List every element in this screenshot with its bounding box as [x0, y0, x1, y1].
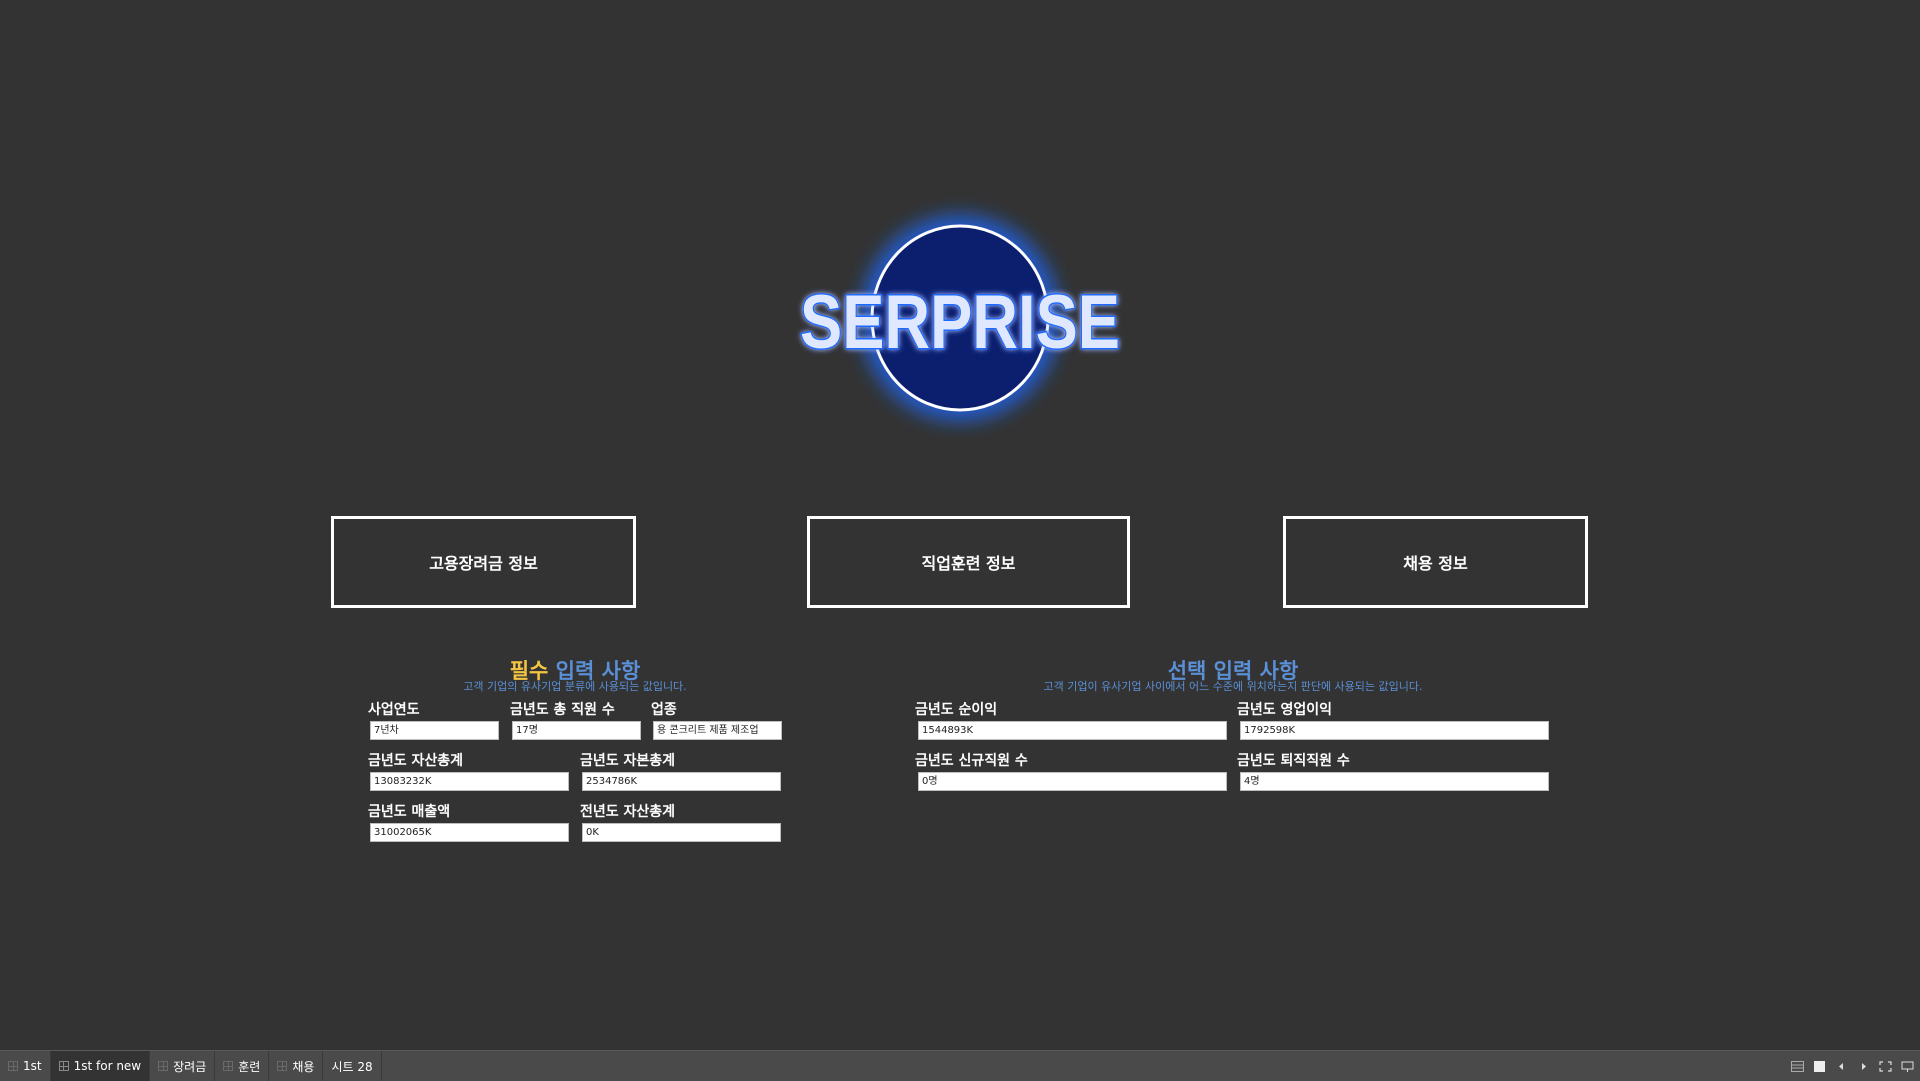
revenue-field[interactable]: 31002065K [370, 823, 569, 842]
industry-label: 업종 [651, 702, 677, 718]
fullscreen-icon[interactable] [1879, 1060, 1892, 1072]
employees-label: 금년도 총 직원 수 [510, 702, 615, 718]
tab-label: 1st [23, 1059, 42, 1073]
training-info-button[interactable]: 직업훈련 정보 [807, 516, 1130, 608]
prev-page-icon[interactable] [1835, 1061, 1848, 1072]
tab-sheet-28[interactable]: 시트 28 [323, 1051, 382, 1081]
tab-training[interactable]: 훈련 [215, 1051, 270, 1081]
tab-label: 장려금 [173, 1059, 207, 1074]
revenue-label: 금년도 매출액 [368, 804, 451, 820]
sheet-tab-bar: 1st 1st for new 장려금 훈련 채용 시트 28 [0, 1050, 1920, 1081]
required-section-subtitle: 고객 기업의 유사기업 분류에 사용되는 값입니다. [463, 680, 687, 693]
next-page-icon[interactable] [1857, 1061, 1870, 1072]
serprise-logo: SERPRISE [799, 206, 1122, 430]
new-employees-field[interactable]: 0명 [918, 772, 1227, 791]
industry-field[interactable]: 용 콘크리트 제품 제조업 [653, 721, 782, 740]
sheet-grid-icon [8, 1061, 18, 1071]
operating-income-field[interactable]: 1792598K [1240, 721, 1549, 740]
total-assets-label: 금년도 자산총계 [368, 753, 464, 769]
sheet-grid-icon [58, 1061, 69, 1071]
retired-employees-field[interactable]: 4명 [1240, 772, 1549, 791]
sheet-grid-icon [158, 1061, 169, 1071]
net-income-label: 금년도 순이익 [915, 702, 998, 718]
total-capital-label: 금년도 자본총계 [580, 753, 676, 769]
tab-1st-for-new[interactable]: 1st for new [50, 1051, 151, 1081]
grid-view-icon[interactable] [1791, 1060, 1804, 1072]
page-view-icon[interactable] [1813, 1060, 1826, 1072]
tab-label: 시트 28 [331, 1059, 373, 1074]
prev-assets-label: 전년도 자산총계 [580, 804, 676, 820]
view-controls [1791, 1051, 1914, 1081]
logo-text: SERPRISE [800, 280, 1120, 365]
new-employees-label: 금년도 신규직원 수 [915, 753, 1028, 769]
retired-employees-label: 금년도 퇴직직원 수 [1237, 753, 1350, 769]
operating-income-label: 금년도 영업이익 [1237, 702, 1333, 718]
net-income-field[interactable]: 1544893K [918, 721, 1227, 740]
total-assets-field[interactable]: 13083232K [370, 772, 569, 791]
total-capital-field[interactable]: 2534786K [582, 772, 781, 791]
sheet-grid-icon [223, 1061, 234, 1071]
subsidy-info-label: 고용장려금 정보 [429, 554, 538, 573]
subsidy-info-button[interactable]: 고용장려금 정보 [331, 516, 636, 608]
tab-hiring[interactable]: 채용 [269, 1051, 324, 1081]
prev-assets-field[interactable]: 0K [582, 823, 781, 842]
tab-label: 채용 [292, 1059, 315, 1074]
optional-section-subtitle: 고객 기업이 유사기업 사이에서 어느 수준에 위치하는지 판단에 사용되는 값… [1043, 680, 1423, 693]
tab-label: 1st for new [73, 1059, 142, 1073]
employees-field[interactable]: 17명 [512, 721, 641, 740]
hiring-info-label: 채용 정보 [1403, 554, 1468, 573]
tab-label: 훈련 [238, 1059, 261, 1074]
business-year-field[interactable]: 7년차 [370, 721, 499, 740]
training-info-label: 직업훈련 정보 [921, 554, 1016, 573]
sheet-grid-icon [277, 1061, 288, 1071]
report-canvas: SERPRISE 고용장려금 정보 직업훈련 정보 채용 정보 필수 입력 사항… [0, 0, 1920, 1050]
presentation-icon[interactable] [1901, 1061, 1914, 1072]
tab-subsidy[interactable]: 장려금 [150, 1051, 216, 1081]
hiring-info-button[interactable]: 채용 정보 [1283, 516, 1588, 608]
tab-1st[interactable]: 1st [0, 1051, 51, 1081]
business-year-label: 사업연도 [368, 702, 420, 718]
